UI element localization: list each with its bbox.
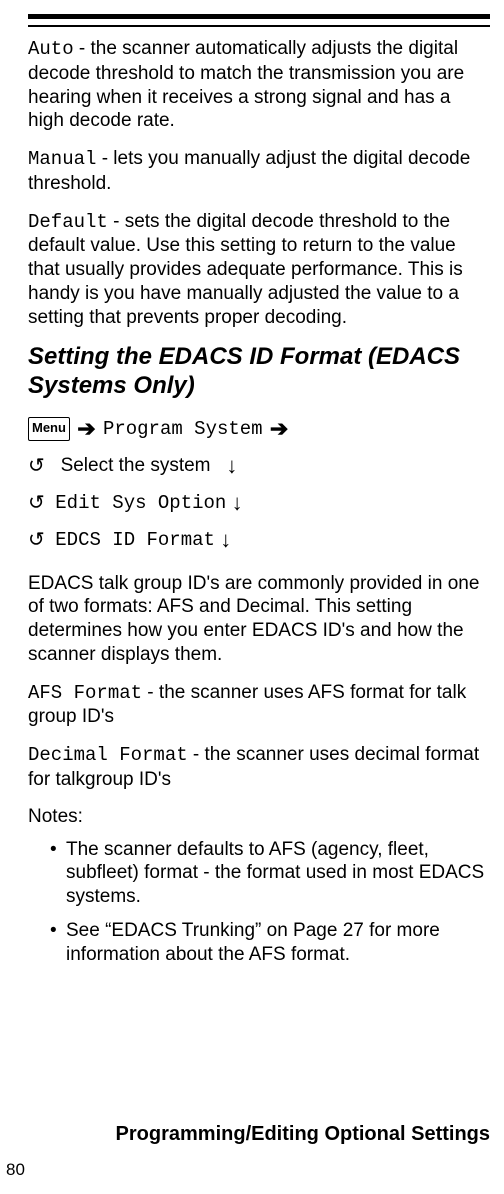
down-arrow-icon: ↓ bbox=[226, 453, 237, 478]
section-heading: Setting the EDACS ID Format (EDACS Syste… bbox=[28, 343, 490, 401]
footer-title: Programming/Editing Optional Settings bbox=[0, 1123, 490, 1146]
page: Auto - the scanner automatically adjusts… bbox=[0, 14, 504, 1194]
option-afs-label: AFS Format bbox=[28, 682, 142, 704]
option-auto-label: Auto bbox=[28, 38, 74, 60]
option-manual-label: Manual bbox=[28, 148, 96, 170]
menu-navigation: Menu ➔ Program System ➔ ↺ Select the sys… bbox=[28, 411, 490, 558]
paragraph-auto: Auto - the scanner automatically adjusts… bbox=[28, 37, 490, 133]
notes-list: The scanner defaults to AFS (agency, fle… bbox=[28, 838, 490, 967]
scroll-icon: ↺ bbox=[28, 524, 50, 556]
arrow-right-icon: ➔ bbox=[268, 416, 290, 441]
down-arrow-icon: ↓ bbox=[232, 490, 243, 515]
menu-step-edit-sys-option: Edit Sys Option bbox=[55, 492, 226, 514]
scroll-icon: ↺ bbox=[28, 487, 50, 519]
rule-thick bbox=[28, 14, 490, 19]
menu-button-icon: Menu bbox=[28, 417, 70, 441]
option-default-label: Default bbox=[28, 211, 108, 233]
arrow-right-icon: ➔ bbox=[75, 416, 97, 441]
paragraph-manual: Manual - lets you manually adjust the di… bbox=[28, 147, 490, 196]
paragraph-decimal-format: Decimal Format - the scanner uses decima… bbox=[28, 743, 490, 792]
list-item: The scanner defaults to AFS (agency, fle… bbox=[50, 838, 490, 909]
paragraph-afs-format: AFS Format - the scanner uses AFS format… bbox=[28, 681, 490, 730]
down-arrow-icon: ↓ bbox=[220, 527, 231, 552]
menu-step-program-system: Program System bbox=[103, 418, 263, 440]
notes-label: Notes: bbox=[28, 806, 490, 828]
option-decimal-label: Decimal Format bbox=[28, 744, 188, 766]
option-auto-desc: - the scanner automatically adjusts the … bbox=[28, 38, 464, 131]
page-number: 80 bbox=[6, 1160, 25, 1180]
paragraph-default: Default - sets the digital decode thresh… bbox=[28, 210, 490, 330]
list-item: See “EDACS Trunking” on Page 27 for more… bbox=[50, 919, 490, 967]
scroll-icon: ↺ bbox=[28, 450, 50, 482]
rule-thin bbox=[28, 25, 490, 27]
menu-step-edcs-id-format: EDCS ID Format bbox=[55, 529, 215, 551]
menu-step-select-system: Select the system bbox=[61, 455, 211, 476]
paragraph-edacs-desc: EDACS talk group ID's are commonly provi… bbox=[28, 572, 490, 667]
